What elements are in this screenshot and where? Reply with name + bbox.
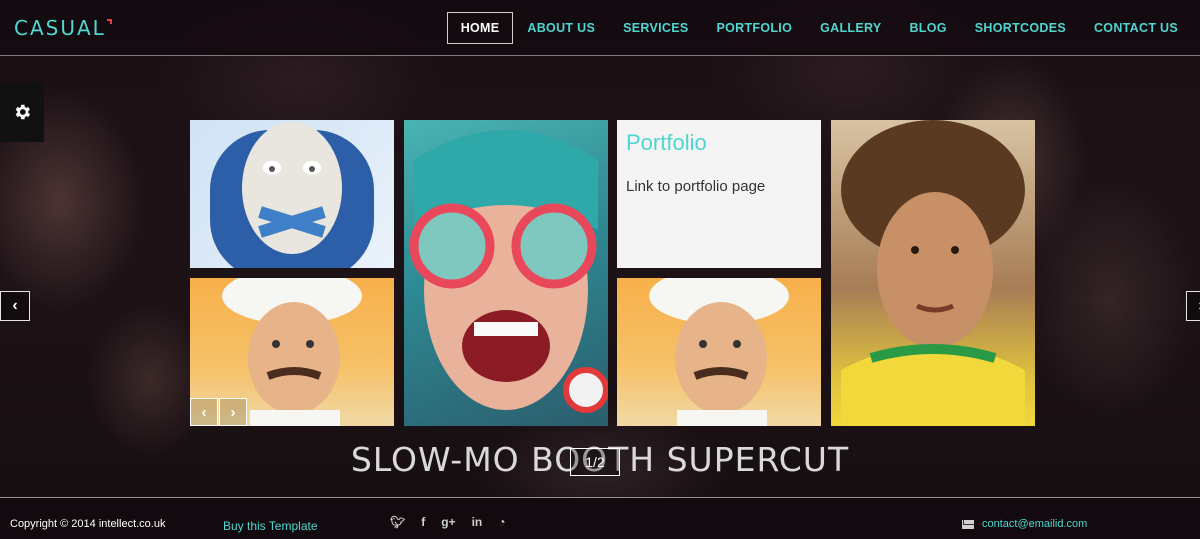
gallery-tile-chef[interactable]: ‹ › <box>190 278 394 426</box>
nav-blog[interactable]: BLOG <box>895 12 960 44</box>
gallery-tile-glasses-girl[interactable] <box>404 120 608 426</box>
main-nav: HOME ABOUT US SERVICES PORTFOLIO GALLERY… <box>446 12 1192 44</box>
mannequin-illustration <box>210 122 374 268</box>
slide-pager[interactable]: 1/2 <box>570 448 620 476</box>
tile-arrows: ‹ › <box>190 398 248 426</box>
tile-next-button[interactable]: › <box>219 398 247 426</box>
contact-email-text[interactable]: contact@emailid.com <box>982 518 1087 530</box>
nav-gallery[interactable]: GALLERY <box>806 12 895 44</box>
chef-illustration-2 <box>649 278 789 426</box>
gallery-tile-curly-man[interactable] <box>831 120 1035 426</box>
nav-home[interactable]: HOME <box>446 12 514 44</box>
chevron-left-icon: ‹ <box>12 297 18 314</box>
twitter-icon[interactable]: 🐦︎ <box>390 515 405 529</box>
linkedin-icon[interactable]: in <box>472 515 483 529</box>
gear-icon <box>15 104 30 120</box>
portfolio-link-text[interactable]: Link to portfolio page <box>626 178 765 195</box>
facebook-icon[interactable]: f <box>421 515 425 529</box>
site-header: CASUAL HOME ABOUT US SERVICES PORTFOLIO … <box>0 0 1200 56</box>
mail-icon <box>962 519 974 529</box>
portfolio-info-tile[interactable]: Portfolio Link to portfolio page <box>617 120 821 268</box>
gallery-tile-mannequin[interactable] <box>190 120 394 268</box>
copyright-text: Copyright © 2014 intellect.co.uk <box>10 518 166 530</box>
site-footer: Copyright © 2014 intellect.co.uk Buy thi… <box>0 497 1200 539</box>
tile-prev-button[interactable]: ‹ <box>190 398 218 426</box>
site-logo[interactable]: CASUAL <box>14 16 112 40</box>
gallery-tile-chef-2[interactable] <box>617 278 821 426</box>
contact-email[interactable]: contact@emailid.com <box>962 518 1087 530</box>
social-links: 🐦︎ f g+ in ◔ <box>390 515 522 529</box>
slider-prev-button[interactable]: ‹ <box>0 291 30 321</box>
nav-about-us[interactable]: ABOUT US <box>513 12 609 44</box>
nav-shortcodes[interactable]: SHORTCODES <box>961 12 1080 44</box>
nav-portfolio[interactable]: PORTFOLIO <box>702 12 806 44</box>
settings-toggle[interactable] <box>0 82 44 142</box>
curly-man-illustration <box>841 120 1025 426</box>
slider-next-button[interactable]: › <box>1186 291 1200 321</box>
rss-icon[interactable]: ◔ <box>498 515 505 529</box>
google-plus-icon[interactable]: g+ <box>441 515 455 529</box>
nav-contact-us[interactable]: CONTACT US <box>1080 12 1192 44</box>
portfolio-title: Portfolio <box>626 130 707 155</box>
buy-template-link[interactable]: Buy this Template <box>223 519 318 533</box>
logo-mark <box>106 19 112 24</box>
glasses-girl-illustration <box>409 130 608 413</box>
nav-services[interactable]: SERVICES <box>609 12 702 44</box>
